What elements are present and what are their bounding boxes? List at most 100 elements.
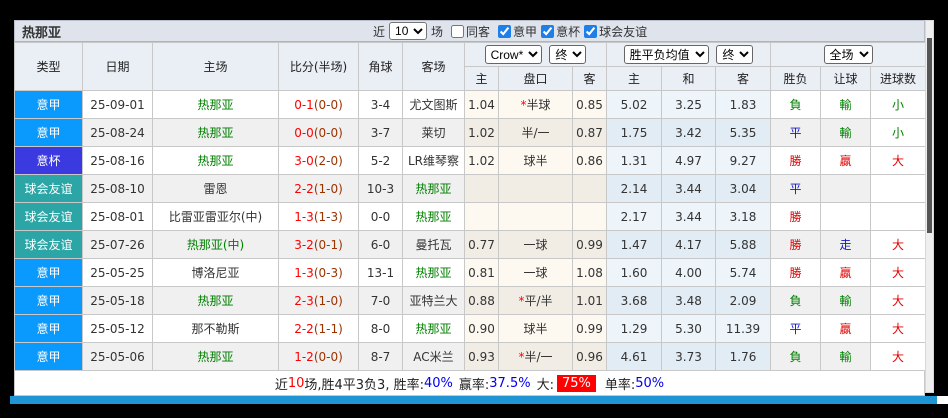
match-stats-panel: 热那亚 近 10 场 同客 意甲意杯球会友谊 类型 日期 主场 比分(半场) — [14, 20, 927, 396]
odds-home: 1.04 — [464, 90, 499, 119]
corner-score: 3-7 — [358, 118, 403, 147]
vertical-scrollbar[interactable] — [925, 20, 934, 393]
home-team: 热那亚 — [152, 90, 279, 119]
league-badge: 意甲 — [14, 118, 83, 147]
corner-score: 8-7 — [358, 342, 403, 371]
match-history-table: 类型 日期 主场 比分(半场) 角球 客场 Crow* 终 胜平负均值 终 全场 — [14, 42, 927, 371]
away-team: 热那亚 — [402, 258, 465, 287]
avg-final-select[interactable]: 终 — [716, 45, 754, 64]
match-date: 25-09-01 — [82, 90, 153, 119]
corner-score: 5-2 — [358, 146, 403, 175]
near-label: 近 — [373, 24, 386, 39]
avg-away: 3.04 — [714, 174, 772, 203]
avg-draw: 4.97 — [661, 146, 716, 175]
full-time-score: 1-2 — [294, 349, 314, 364]
match-date: 25-08-16 — [82, 146, 153, 175]
away-team: 热那亚 — [402, 202, 465, 231]
score-cell: 3-2(0-1) — [278, 230, 359, 259]
home-team: 热那亚 — [152, 286, 279, 315]
full-time-score: 3-0 — [294, 153, 314, 168]
scope-select[interactable]: 全场 — [823, 45, 873, 64]
handicap-text: 平/半 — [524, 294, 553, 308]
avg-away: 5.88 — [714, 230, 772, 259]
league-filter-2[interactable]: 意杯 — [537, 23, 580, 40]
home-team: 热那亚(中) — [152, 230, 279, 259]
result-wdl: 平 — [770, 174, 822, 203]
half-time-score: (1-0) — [313, 181, 343, 196]
league-filter-checkbox[interactable] — [498, 24, 512, 38]
match-date: 25-05-25 — [82, 258, 153, 287]
col-header-avg-draw: 和 — [661, 66, 716, 91]
corner-score: 13-1 — [358, 258, 403, 287]
avg-away: 1.83 — [714, 90, 772, 119]
same-away-checkbox[interactable] — [451, 24, 465, 38]
match-row: 球会友谊 25-08-01 比雷亚雷亚尔(中) 1-3(1-3) 0-0 热那亚 2.17 3… — [14, 202, 927, 231]
same-away-filter[interactable]: 同客 — [447, 23, 490, 40]
odds-away: 0.85 — [572, 90, 607, 119]
bottom-bar-corner — [937, 396, 948, 404]
match-row: 意杯 25-08-16 热那亚 3-0(2-0) 5-2 LR维琴察 1.02 球半 0.86 1… — [14, 146, 927, 175]
match-row: 意甲 25-05-06 热那亚 1-2(0-0) 8-7 AC米兰 0.93 *半/一 0.96… — [14, 342, 927, 371]
score-cell: 2-2(1-1) — [278, 314, 359, 343]
bookmaker-final-select[interactable]: 终 — [549, 45, 587, 64]
col-header-result-wdl: 胜负 — [770, 66, 822, 91]
half-time-score: (0-3) — [313, 265, 343, 280]
same-away-label: 同客 — [466, 24, 491, 39]
result-handicap: 輸 — [820, 118, 872, 147]
result-goals: 大 — [870, 286, 927, 315]
odds-home — [464, 174, 499, 203]
score-cell: 1-3(1-3) — [278, 202, 359, 231]
handicap — [498, 174, 573, 203]
result-wdl: 勝 — [770, 202, 822, 231]
avg-draw: 3.48 — [661, 286, 716, 315]
summary-bar: 近 10 场,胜4平3负3, 胜率: 40% 赢率: 37.5% 大: 75% 单率: 50% — [14, 371, 925, 396]
full-time-score: 1-3 — [294, 265, 314, 280]
col-header-date: 日期 — [82, 42, 153, 91]
odds-away: 1.01 — [572, 286, 607, 315]
away-team: AC米兰 — [402, 342, 465, 371]
avg-select[interactable]: 胜平负均值 — [623, 45, 709, 64]
league-filter-3[interactable]: 球会友谊 — [580, 23, 647, 40]
summary-count: 10 — [287, 375, 305, 391]
odds-away: 0.96 — [572, 342, 607, 371]
away-team: 莱切 — [402, 118, 465, 147]
full-time-score: 2-3 — [294, 293, 314, 308]
match-date: 25-05-12 — [82, 314, 153, 343]
result-goals: 大 — [870, 146, 927, 175]
league-badge: 意杯 — [14, 146, 83, 175]
avg-draw: 3.44 — [661, 202, 716, 231]
league-badge: 意甲 — [14, 342, 83, 371]
scrollbar-thumb[interactable] — [927, 38, 932, 233]
league-filter-checkbox[interactable] — [584, 24, 598, 38]
result-handicap: 輸 — [820, 90, 872, 119]
result-wdl: 勝 — [770, 230, 822, 259]
result-handicap: 輸 — [820, 286, 872, 315]
summary-handicap-label: 赢率: — [458, 377, 490, 393]
summary-mid: 场,胜4平3负3, 胜率: — [304, 377, 424, 393]
result-handicap — [820, 202, 872, 231]
match-date: 25-05-06 — [82, 342, 153, 371]
full-time-score: 0-1 — [294, 97, 314, 112]
summary-win-rate: 40% — [423, 375, 453, 391]
league-filter-1[interactable]: 意甲 — [494, 23, 537, 40]
league-filter-checkbox[interactable] — [541, 24, 555, 38]
avg-home: 1.29 — [606, 314, 662, 343]
odds-away: 0.86 — [572, 146, 607, 175]
odds-group-header: Crow* 终 — [464, 42, 607, 67]
handicap: 球半 — [498, 146, 573, 175]
half-time-score: (1-0) — [313, 293, 343, 308]
summary-odd-label: 单率: — [604, 377, 636, 393]
odds-away: 0.87 — [572, 118, 607, 147]
odds-home: 1.02 — [464, 146, 499, 175]
result-wdl: 勝 — [770, 258, 822, 287]
col-header-odds-away: 客 — [572, 66, 607, 91]
bookmaker-select[interactable]: Crow* — [484, 45, 542, 64]
odds-home: 0.90 — [464, 314, 499, 343]
odds-home: 1.02 — [464, 118, 499, 147]
score-cell: 1-2(0-0) — [278, 342, 359, 371]
col-header-type: 类型 — [14, 42, 83, 91]
corner-score: 0-0 — [358, 202, 403, 231]
league-filter-label: 意杯 — [556, 24, 581, 39]
match-count-select[interactable]: 10 — [389, 22, 428, 40]
avg-home: 1.31 — [606, 146, 662, 175]
